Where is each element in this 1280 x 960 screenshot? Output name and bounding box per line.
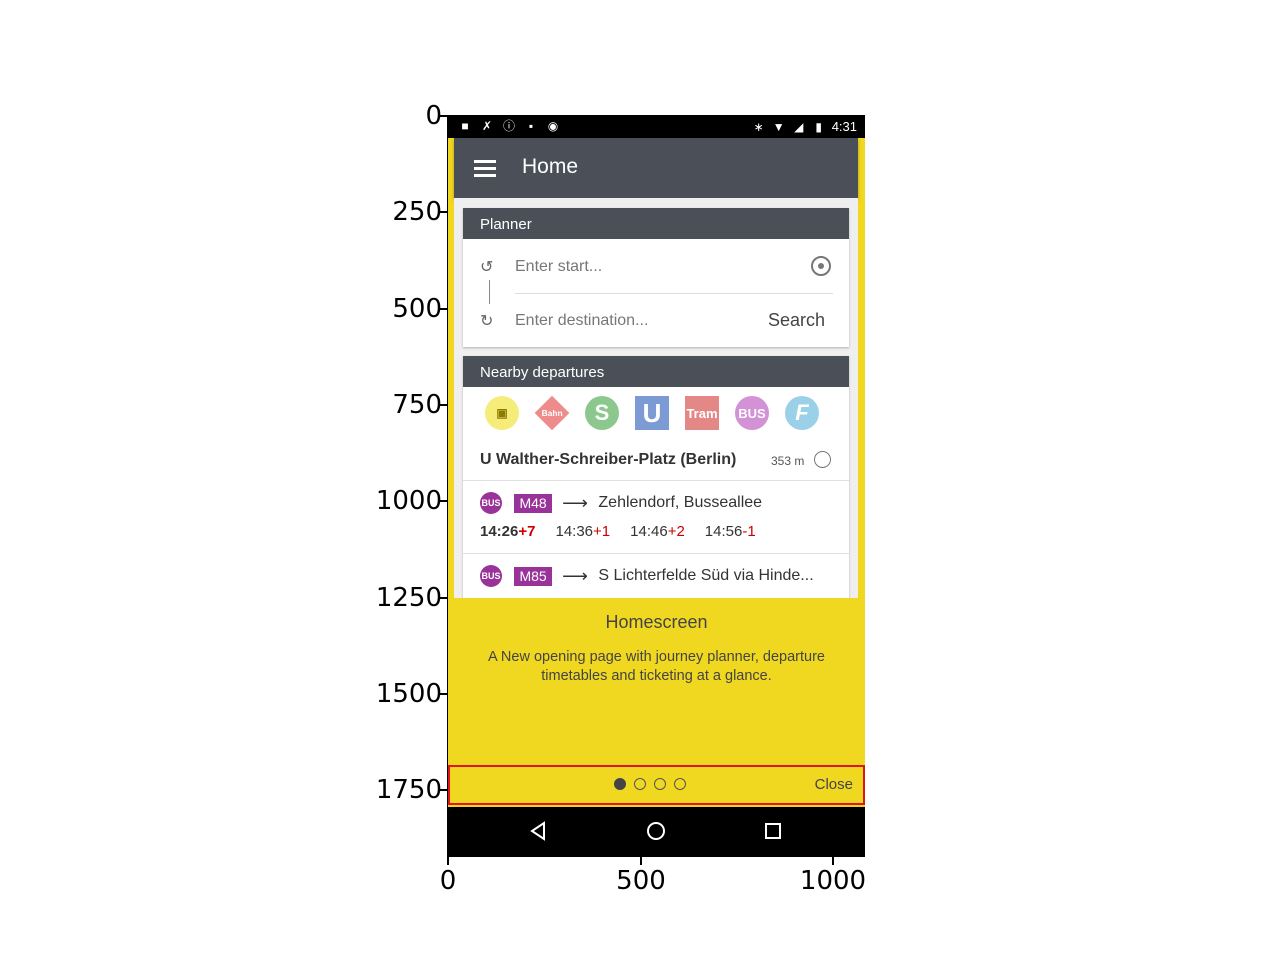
destination-icon: ↻ xyxy=(480,313,494,330)
x-tick-0 xyxy=(447,855,449,865)
s-bahn-icon[interactable]: S xyxy=(585,396,619,430)
u-bahn-icon[interactable]: U xyxy=(635,396,669,430)
phone-screen: ■ ✗ ⓘ ▪ ◉ ∗ ▼ ◢ ▮ 4:31 Home Planner ↺ ↻ … xyxy=(448,115,865,855)
facebook-icon: ■ xyxy=(461,119,469,133)
divider xyxy=(463,553,849,554)
x-tick-label: 0 xyxy=(439,866,457,896)
page-indicator xyxy=(614,778,686,790)
intro-text: A New opening page with journey planner,… xyxy=(488,649,825,684)
route-connector-line xyxy=(489,280,490,304)
intro-title: Homescreen xyxy=(605,612,708,632)
stop-name[interactable]: U Walther-Schreiber-Platz (Berlin) xyxy=(480,451,736,469)
departure-time: 14:46+2 xyxy=(630,523,685,540)
page-dot[interactable] xyxy=(674,778,686,790)
delay: -1 xyxy=(742,523,756,540)
planner-card: Planner ↺ ↻ Enter start... Enter destina… xyxy=(463,208,849,347)
y-tick-label: 250 xyxy=(392,197,442,227)
recent-apps-icon[interactable] xyxy=(761,819,785,843)
search-button[interactable]: Search xyxy=(768,310,825,331)
nearby-header: Nearby departures xyxy=(463,356,849,387)
y-tick-label: 750 xyxy=(392,390,442,420)
departure-row[interactable]: BUS M48 ⟶ Zehlendorf, Busseallee xyxy=(480,492,762,514)
home-icon[interactable] xyxy=(644,819,668,843)
compass-icon xyxy=(814,451,831,468)
departure-time: 14:56-1 xyxy=(704,523,756,540)
page-dot[interactable] xyxy=(654,778,666,790)
y-tick-label: 1250 xyxy=(375,583,442,613)
nearby-departures-card: Nearby departures ▣ Bahn S U Tram BUS F … xyxy=(463,356,849,606)
lock-icon: ▪ xyxy=(528,119,534,133)
arrow-right-icon: ⟶ xyxy=(562,565,588,586)
start-location-icon: ↺ xyxy=(480,259,494,276)
wifi-icon: ▼ xyxy=(772,119,785,134)
start-input[interactable]: Enter start... xyxy=(515,258,602,276)
bus-icon[interactable]: BUS xyxy=(735,396,769,430)
page-dot[interactable] xyxy=(634,778,646,790)
x-axis-spine xyxy=(447,855,865,857)
destination-input[interactable]: Enter destination... xyxy=(515,312,648,330)
planner-header: Planner xyxy=(463,208,849,239)
notification-icons: ■ ✗ ⓘ ▪ ◉ xyxy=(458,119,560,133)
stop-distance: 353 m xyxy=(771,454,805,468)
departure-destination: Zehlendorf, Busseallee xyxy=(598,494,763,511)
bahn-icon[interactable]: Bahn xyxy=(534,395,570,431)
navigation-bar xyxy=(448,807,865,855)
y-tick-label: 500 xyxy=(392,294,442,324)
android-icon: ◉ xyxy=(547,119,559,133)
arrow-right-icon: ⟶ xyxy=(562,492,588,513)
departure-time: 14:26+7 xyxy=(480,523,536,540)
page-title: Home xyxy=(522,155,579,178)
divider xyxy=(463,480,849,481)
app-bar: Home xyxy=(454,138,858,198)
bluetooth-icon: ∗ xyxy=(753,119,764,134)
intro-footer: Close xyxy=(448,765,865,805)
departure-time: 14:36+1 xyxy=(555,523,611,540)
delay: +7 xyxy=(518,523,536,540)
y-tick-label: 1500 xyxy=(375,679,442,709)
bus-icon: BUS xyxy=(480,565,502,587)
line-badge: M48 xyxy=(514,493,552,513)
system-icons: ∗ ▼ ◢ ▮ 4:31 xyxy=(752,119,857,134)
x-tick-1 xyxy=(640,855,642,865)
battery-icon: ▮ xyxy=(815,119,822,134)
y-tick-label: 1750 xyxy=(375,775,442,805)
y-tick-label: 1000 xyxy=(375,486,442,516)
locate-me-icon[interactable] xyxy=(811,256,831,276)
hamburger-menu-icon[interactable] xyxy=(474,158,498,178)
ferry-icon[interactable]: F xyxy=(785,396,819,430)
status-time: 4:31 xyxy=(831,119,857,134)
x-tick-2 xyxy=(832,855,834,865)
page-dot[interactable] xyxy=(614,778,626,790)
line-badge: M85 xyxy=(514,566,552,586)
back-icon[interactable] xyxy=(527,819,551,843)
departure-row[interactable]: BUS M85 ⟶ S Lichterfelde Süd via Hinde..… xyxy=(480,565,814,587)
x-tick-label: 1000 xyxy=(799,866,867,896)
planner-divider xyxy=(515,293,833,294)
departure-destination: S Lichterfelde Süd via Hinde... xyxy=(598,567,814,584)
x-tick-label: 500 xyxy=(616,866,666,896)
cell-signal-icon: ◢ xyxy=(794,119,804,134)
bahn-label: Bahn xyxy=(541,408,563,418)
close-button[interactable]: Close xyxy=(815,776,853,793)
bus-icon: BUS xyxy=(480,492,502,514)
departure-times: 14:26+7 14:36+1 14:46+2 14:56-1 xyxy=(480,523,756,540)
status-bar: ■ ✗ ⓘ ▪ ◉ ∗ ▼ ◢ ▮ 4:31 xyxy=(448,115,865,138)
info-icon: ⓘ xyxy=(502,119,515,133)
tram-text-icon[interactable]: Tram xyxy=(685,396,719,430)
delay: +2 xyxy=(667,523,685,540)
delay: +1 xyxy=(593,523,611,540)
y-tick-label: 0 xyxy=(425,101,442,131)
tram-icon[interactable]: ▣ xyxy=(485,396,519,430)
transport-mode-filters: ▣ Bahn S U Tram BUS F xyxy=(485,395,819,431)
no-signal-icon: ✗ xyxy=(481,119,493,133)
